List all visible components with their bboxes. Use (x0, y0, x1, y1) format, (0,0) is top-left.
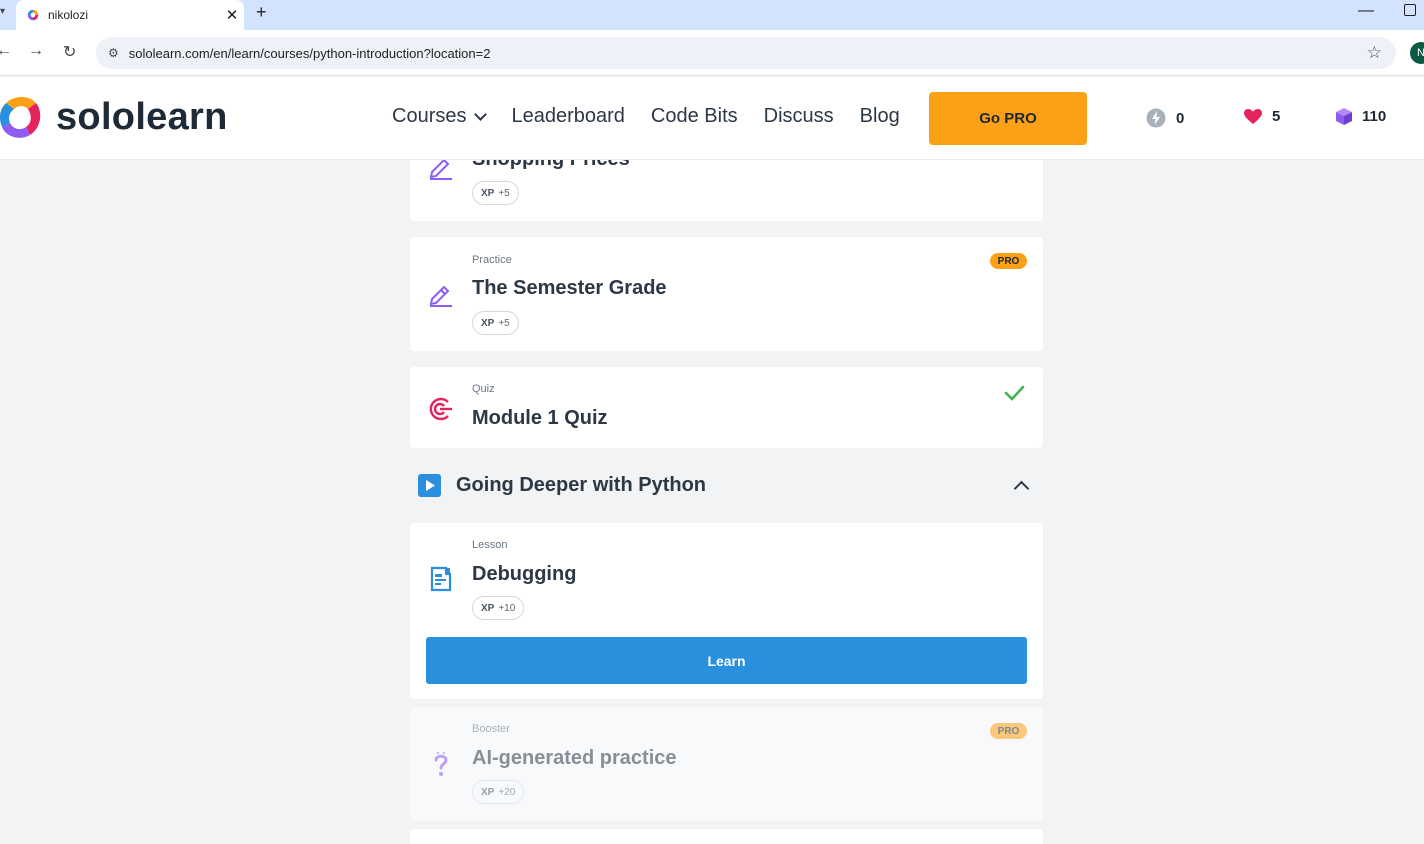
nav-courses[interactable]: Courses (392, 105, 488, 128)
play-icon (418, 473, 441, 497)
site-info-icon[interactable]: ⚙ (108, 46, 119, 60)
bookmark-star-icon[interactable]: ☆ (1367, 43, 1382, 63)
nav-leaderboard[interactable]: Leaderboard (511, 105, 624, 128)
hearts-counter[interactable]: 5 (1244, 108, 1280, 125)
xp-label: XP (481, 786, 495, 798)
url-text[interactable]: sololearn.com/en/learn/courses/python-in… (129, 46, 1367, 61)
xp-value: +10 (498, 602, 516, 614)
xp-value: +5 (498, 317, 510, 329)
card-type: Practice (472, 254, 512, 266)
minimize-icon[interactable]: — (1358, 2, 1374, 20)
next-card-partial[interactable] (410, 829, 1043, 844)
streak-count: 0 (1176, 109, 1185, 127)
url-omnibox[interactable]: ⚙ sololearn.com/en/learn/courses/python-… (96, 37, 1396, 69)
section-title: Going Deeper with Python (456, 473, 707, 496)
browser-address-bar: ← → ↻ ⚙ sololearn.com/en/learn/courses/p… (0, 30, 1424, 76)
nav-courses-label: Courses (392, 105, 467, 127)
lesson-card-semester-grade[interactable]: Practice PRO The Semester Grade XP +5 (410, 237, 1043, 351)
site-header: sololearn Courses Leaderboard Code Bits … (0, 77, 1424, 160)
booster-question-icon (434, 752, 448, 776)
card-type: Booster (472, 723, 510, 735)
xp-label: XP (481, 187, 495, 199)
module-section-header[interactable]: Going Deeper with Python (418, 470, 1043, 500)
go-pro-button[interactable]: Go PRO (929, 92, 1087, 145)
card-type: Lesson (472, 539, 508, 551)
sololearn-favicon-icon (27, 9, 39, 21)
tab-close-icon[interactable]: ✕ (220, 6, 244, 24)
back-arrow-icon[interactable]: ← (0, 42, 12, 60)
browser-tab[interactable]: nikolozi ✕ (16, 0, 244, 30)
completed-check-icon (1004, 385, 1025, 401)
logo-text: sololearn (56, 95, 228, 138)
practice-pencil-icon (429, 285, 452, 307)
nav-blog[interactable]: Blog (860, 105, 900, 128)
tab-title: nikolozi (48, 8, 89, 22)
xp-badge: XP +5 (472, 311, 519, 335)
tab-search-icon[interactable]: ▾ (0, 6, 5, 17)
forward-arrow-icon[interactable]: → (28, 42, 44, 60)
quiz-target-icon (429, 397, 452, 421)
browser-tab-bar: ▾ nikolozi ✕ + — (0, 0, 1424, 30)
xp-badge: XP +20 (472, 780, 525, 804)
xp-badge: XP +10 (472, 596, 525, 620)
heart-icon (1244, 108, 1262, 124)
reload-icon[interactable]: ↻ (63, 42, 76, 62)
card-title: Module 1 Quiz (472, 407, 608, 429)
new-tab-icon[interactable]: + (256, 2, 267, 23)
gems-count: 110 (1362, 108, 1387, 125)
nav-code-bits[interactable]: Code Bits (651, 105, 738, 128)
profile-avatar[interactable]: N (1410, 42, 1424, 64)
maximize-icon[interactable] (1404, 4, 1416, 16)
quiz-card-module-1[interactable]: Quiz Module 1 Quiz (410, 367, 1043, 448)
streak-counter[interactable]: 0 (1146, 108, 1184, 128)
xp-label: XP (481, 602, 495, 614)
xp-badge: XP +5 (472, 181, 519, 205)
pro-badge: PRO (990, 253, 1027, 269)
gems-counter[interactable]: 110 (1336, 108, 1386, 125)
card-title: Debugging (472, 563, 577, 585)
xp-value: +20 (498, 786, 516, 798)
nav-discuss[interactable]: Discuss (764, 105, 834, 128)
card-type: Quiz (472, 383, 495, 395)
sololearn-logo[interactable]: sololearn (0, 93, 228, 141)
chevron-down-icon (474, 107, 488, 121)
card-title: AI-generated practice (472, 747, 677, 769)
booster-card-ai-practice[interactable]: Booster PRO AI-generated practice XP +20 (410, 707, 1043, 821)
xp-label: XP (481, 317, 495, 329)
streak-bolt-icon (1146, 108, 1166, 128)
hearts-count: 5 (1272, 108, 1281, 125)
gem-cube-icon (1336, 108, 1352, 125)
xp-value: +5 (498, 187, 510, 199)
main-nav: Courses Leaderboard Code Bits Discuss Bl… (392, 105, 926, 128)
lesson-card-debugging[interactable]: Lesson Debugging XP +10 Learn (410, 523, 1043, 699)
sololearn-logo-icon (0, 97, 41, 138)
card-title: The Semester Grade (472, 277, 667, 299)
lesson-document-icon (430, 566, 452, 592)
collapse-chevron-icon[interactable] (1013, 480, 1030, 496)
pro-badge: PRO (990, 723, 1027, 739)
learn-button[interactable]: Learn (426, 637, 1027, 684)
